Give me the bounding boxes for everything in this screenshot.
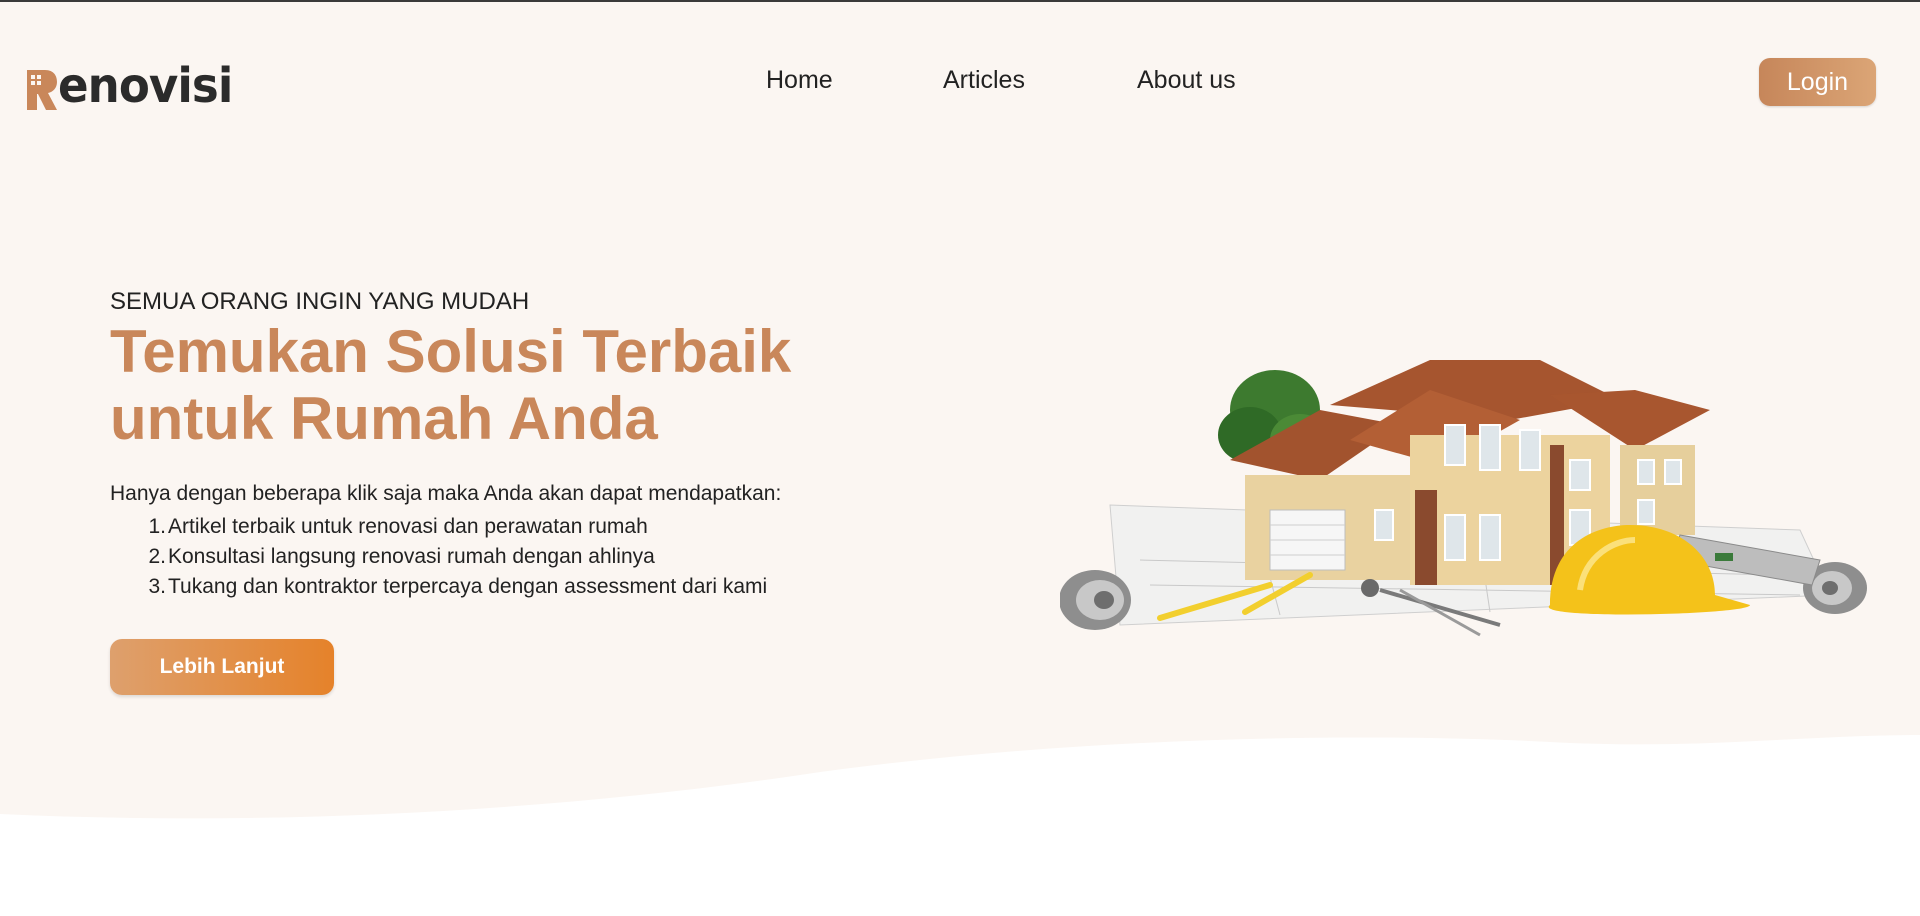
main-nav: Home Articles About us (0, 66, 1920, 100)
list-text: Tukang dan kontraktor terpercaya dengan … (168, 575, 768, 598)
list-item: 3. Tukang dan kontraktor terpercaya deng… (110, 572, 767, 602)
nav-articles[interactable]: Articles (943, 66, 1025, 95)
nav-about-us[interactable]: About us (1137, 66, 1236, 95)
house-illustration (1060, 350, 1870, 650)
list-item: 2. Konsultasi langsung renovasi rumah de… (110, 542, 767, 572)
list-text: Konsultasi langsung renovasi rumah denga… (168, 545, 655, 568)
hero-headline: Temukan Solusi Terbaik untuk Rumah Anda (110, 318, 930, 452)
list-text: Artikel terbaik untuk renovasi dan peraw… (168, 515, 648, 538)
hero-intro: Hanya dengan beberapa klik saja maka And… (110, 482, 782, 505)
list-item: 1. Artikel terbaik untuk renovasi dan pe… (110, 512, 767, 542)
list-number: 3. (148, 575, 166, 598)
learn-more-button[interactable]: Lebih Lanjut (110, 639, 334, 695)
list-number: 2. (148, 545, 166, 568)
hero-eyebrow: SEMUA ORANG INGIN YANG MUDAH (110, 288, 530, 315)
login-button[interactable]: Login (1759, 58, 1876, 106)
nav-home[interactable]: Home (766, 66, 833, 95)
list-number: 1. (148, 515, 166, 538)
benefits-list: 1. Artikel terbaik untuk renovasi dan pe… (110, 512, 767, 602)
headline-line-2: untuk Rumah Anda (110, 385, 658, 452)
headline-line-1: Temukan Solusi Terbaik (110, 318, 792, 385)
site-header: enovisi Home Articles About us Login (0, 2, 1920, 152)
